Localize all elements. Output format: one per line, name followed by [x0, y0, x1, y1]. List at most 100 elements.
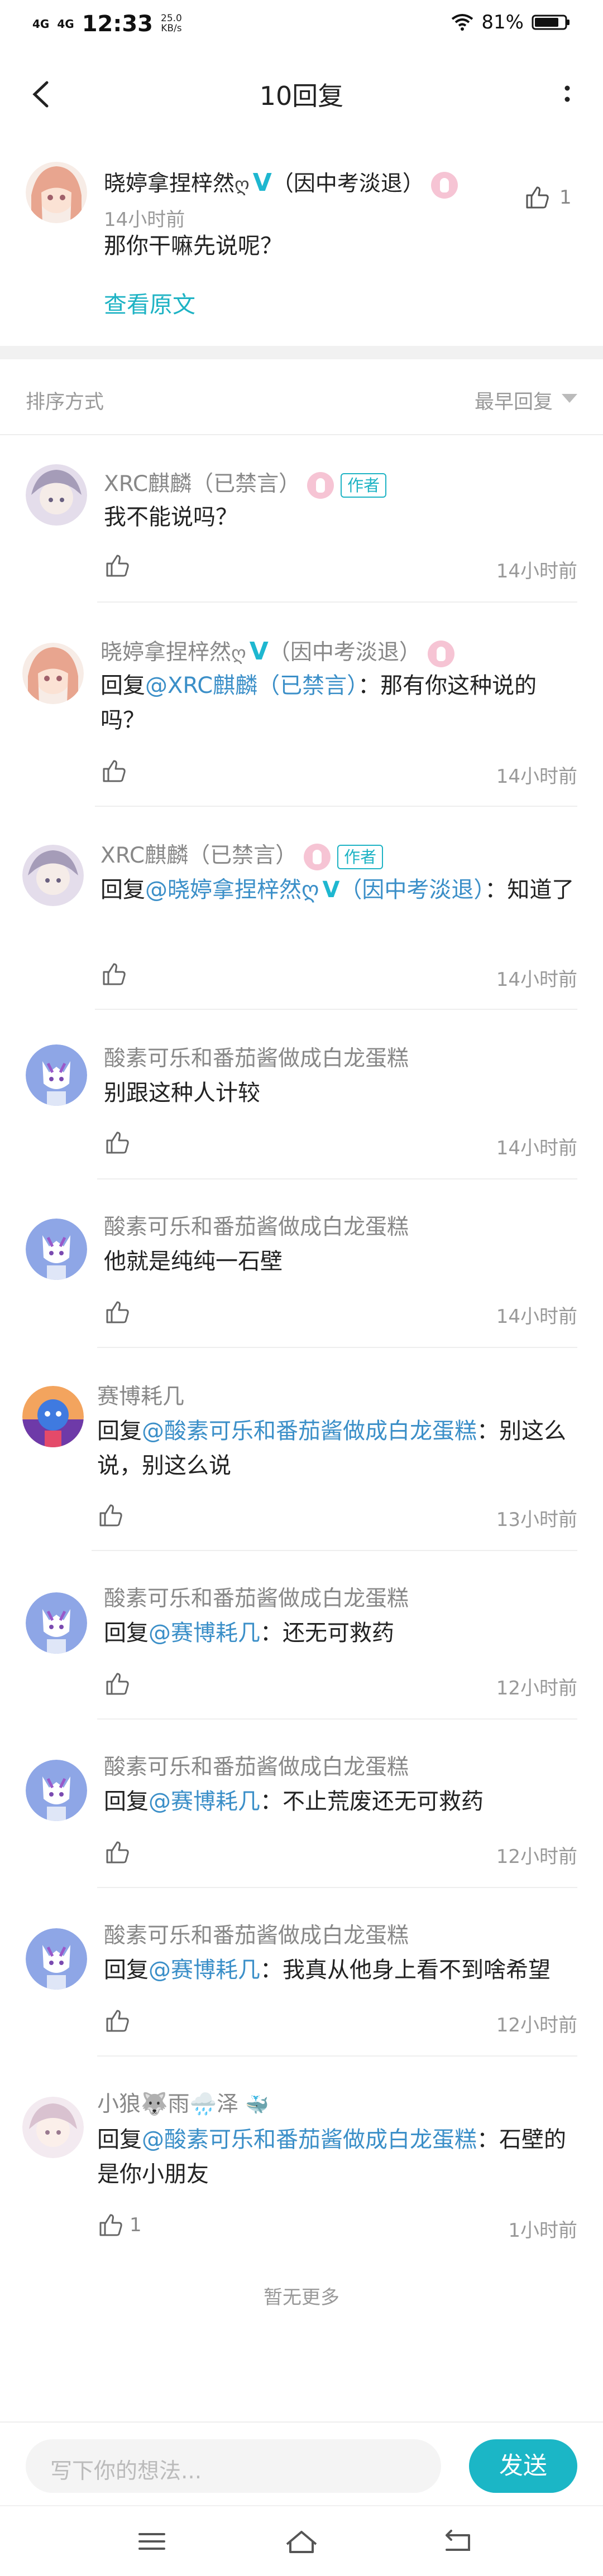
input-placeholder: 写下你的想法... — [50, 2459, 202, 2484]
like-icon[interactable] — [97, 2212, 124, 2238]
comment-time: 13小时前 — [496, 1509, 577, 1531]
like-icon[interactable] — [104, 1129, 131, 1156]
author-tag: 作者 — [337, 844, 384, 869]
comment-item: 酸素可乐和番茄酱做成白龙蛋糕 别跟这种人计较 14小时前 — [0, 1010, 603, 1179]
reply-prefix: 回复 — [100, 673, 145, 699]
comment-content: 我不能说吗？ — [104, 500, 238, 535]
comment-content: 回复@赛博耗几：我真从他身上看不到啥希望 — [104, 1953, 551, 1987]
caret-down-icon[interactable] — [562, 394, 577, 403]
like-icon[interactable] — [104, 1670, 131, 1697]
header: 10回复 — [0, 48, 603, 139]
avatar[interactable] — [26, 464, 87, 526]
reply-mention[interactable]: @赛博耗几 — [149, 1620, 260, 1646]
post-time: 14小时前 — [104, 209, 185, 231]
comment-author-suffix: （因中考淡退） — [268, 640, 421, 665]
menu-icon[interactable] — [135, 2527, 169, 2555]
reply-prefix: 回复 — [97, 1418, 142, 1444]
comment-time: 1小时前 — [508, 2219, 577, 2242]
like-icon[interactable] — [104, 2007, 131, 2034]
comment-author[interactable]: 酸素可乐和番茄酱做成白龙蛋糕 — [104, 1581, 409, 1612]
sort-dropdown[interactable]: 最早回复 — [475, 386, 553, 415]
home-icon[interactable] — [285, 2527, 318, 2555]
main-post: 晓婷拿捏梓然ღ V（因中考淡退） 14小时前 那你干嘛先说呢？ 查看原文 1 — [0, 139, 603, 346]
like-icon[interactable] — [104, 552, 131, 579]
comment-content: 回复@晓婷拿捏梓然ღ V（因中考淡退）：知道了 — [100, 873, 575, 907]
comment-content: 别跟这种人计较 — [104, 1076, 260, 1110]
comment-author-name: 酸素可乐和番茄酱做成白龙蛋糕 — [104, 1215, 409, 1240]
comment-time: 14小时前 — [496, 1306, 577, 1328]
comment-author[interactable]: 酸素可乐和番茄酱做成白龙蛋糕 — [104, 1041, 409, 1072]
avatar[interactable] — [26, 1928, 87, 1990]
reply-mention[interactable]: @酸素可乐和番茄酱做成白龙蛋糕 — [142, 2127, 477, 2153]
comment-text: ：不止荒废还无可救药 — [260, 1789, 484, 1814]
like-icon[interactable] — [97, 1502, 124, 1529]
emoji-badge-icon: 🐳 — [245, 2094, 269, 2116]
view-original-link[interactable]: 查看原文 — [104, 286, 195, 319]
comment-author[interactable]: 酸素可乐和番茄酱做成白龙蛋糕 — [104, 1210, 409, 1241]
like-icon[interactable] — [100, 961, 127, 988]
comment-content: 回复@XRC麒麟（已禁言）：那有你这种说的吗？ — [100, 668, 575, 738]
page-title: 10回复 — [259, 81, 344, 111]
like-icon[interactable] — [524, 184, 551, 211]
comment-text: ：还无可救药 — [260, 1620, 394, 1646]
no-more-text: 暂无更多 — [264, 2286, 339, 2309]
reply-mention-name: @晓婷拿捏梓然 — [145, 877, 302, 903]
comment-author[interactable]: 酸素可乐和番茄酱做成白龙蛋糕 — [104, 1750, 409, 1781]
heart-icon: ღ — [231, 642, 246, 665]
comment-item: 赛博耗几 回复@酸素可乐和番茄酱做成白龙蛋糕：别这么说，别这么说 13小时前 — [0, 1348, 603, 1551]
reply-mention[interactable]: @XRC麒麟（已禁言） — [145, 673, 358, 699]
comment-author-name: XRC麒麟（已禁言） — [104, 471, 301, 497]
avatar[interactable] — [22, 643, 84, 704]
reply-mention[interactable]: @赛博耗几 — [149, 1789, 260, 1814]
comment-time: 14小时前 — [496, 969, 577, 991]
reply-prefix: 回复 — [100, 877, 145, 903]
post-author[interactable]: 晓婷拿捏梓然ღ V（因中考淡退） — [104, 166, 458, 199]
comment-author[interactable]: XRC麒麟（已禁言） 作者 — [104, 466, 387, 499]
comment-content: 回复@赛博耗几：不止荒废还无可救药 — [104, 1784, 484, 1819]
comment-author[interactable]: XRC麒麟（已禁言） 作者 — [100, 838, 384, 870]
reply-prefix: 回复 — [104, 1789, 149, 1814]
avatar[interactable] — [22, 845, 84, 906]
reply-mention[interactable]: @晓婷拿捏梓然ღ V（因中考淡退） — [145, 877, 485, 903]
like-icon[interactable] — [100, 758, 127, 784]
comment-time: 14小时前 — [496, 560, 577, 582]
like-icon[interactable] — [104, 1299, 131, 1326]
reply-mention-suffix: （因中考淡退） — [339, 877, 485, 903]
back-nav-icon[interactable] — [441, 2527, 475, 2555]
comment-item: 酸素可乐和番茄酱做成白龙蛋糕 他就是纯纯一石壁 14小时前 — [0, 1179, 603, 1348]
comment-author[interactable]: 赛博耗几 — [97, 1379, 184, 1410]
comment-author-name: 酸素可乐和番茄酱做成白龙蛋糕 — [104, 1046, 409, 1071]
rabbit-badge-icon — [307, 471, 334, 499]
heart-icon: ღ — [234, 174, 250, 196]
avatar[interactable] — [22, 2097, 84, 2158]
comment-input[interactable]: 写下你的想法... — [26, 2439, 441, 2493]
avatar[interactable] — [26, 162, 87, 223]
avatar[interactable] — [26, 1592, 87, 1654]
more-options-icon[interactable] — [556, 75, 578, 114]
comment-author-name: 晓婷拿捏梓然 — [100, 640, 232, 665]
avatar[interactable] — [26, 1760, 87, 1821]
comment-author-name: 酸素可乐和番茄酱做成白龙蛋糕 — [104, 1586, 409, 1611]
author-tag: 作者 — [341, 473, 387, 498]
speed-unit: KB/s — [161, 23, 182, 34]
reply-mention[interactable]: @赛博耗几 — [149, 1957, 260, 1983]
clock: 12:33 — [82, 11, 154, 37]
avatar[interactable] — [26, 1044, 87, 1106]
reply-mention[interactable]: @酸素可乐和番茄酱做成白龙蛋糕 — [142, 1418, 477, 1444]
avatar[interactable] — [22, 1386, 84, 1447]
heart-icon: ღ — [302, 877, 319, 903]
comment-author[interactable]: 晓婷拿捏梓然ღ V（因中考淡退） — [100, 635, 454, 667]
comment-author[interactable]: 小狼🐺雨🌧️泽 🐳 — [97, 2087, 269, 2118]
send-button[interactable]: 发送 — [469, 2439, 577, 2493]
comment-text: ：我真从他身上看不到啥希望 — [260, 1957, 551, 1983]
comment-author[interactable]: 酸素可乐和番茄酱做成白龙蛋糕 — [104, 1918, 409, 1949]
avatar[interactable] — [26, 1219, 87, 1280]
network-speed: 25.0 KB/s — [161, 13, 182, 34]
sort-label: 排序方式 — [26, 391, 104, 413]
like-icon[interactable] — [104, 1839, 131, 1866]
status-right: 81% — [451, 11, 571, 33]
comment-item: 小狼🐺雨🌧️泽 🐳 回复@酸素可乐和番茄酱做成白龙蛋糕：石壁的是你小朋友 1 1小… — [0, 2057, 603, 2263]
comment-item: 酸素可乐和番茄酱做成白龙蛋糕 回复@赛博耗几：不止荒废还无可救药 12小时前 — [0, 1720, 603, 1888]
status-bar: 4G 4G 12:33 25.0 KB/s 81% — [0, 0, 603, 48]
comment-item: XRC麒麟（已禁言） 作者 回复@晓婷拿捏梓然ღ V（因中考淡退）：知道了 14小时… — [0, 807, 603, 1010]
